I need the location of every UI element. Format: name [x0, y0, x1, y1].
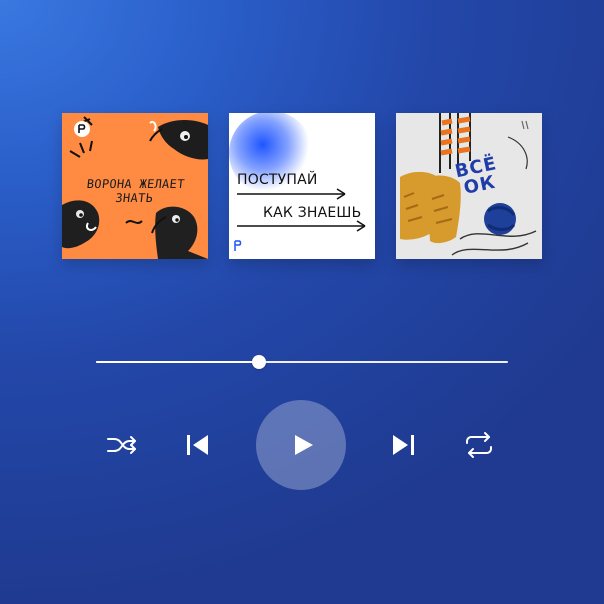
- podcast-carousel: ВОРОНА ЖЕЛАЕТ ЗНАТЬ ПОСТУПАЙ КАК ЗНАЕШЬ …: [0, 113, 604, 259]
- previous-icon: [187, 435, 208, 455]
- cover-postupai-kak-znaesh[interactable]: ПОСТУПАЙ КАК ЗНАЕШЬ: [229, 113, 375, 259]
- cover-line-2: КАК ЗНАЕШЬ: [263, 205, 362, 221]
- cover-line-1: ПОСТУПАЙ: [237, 172, 318, 188]
- next-button[interactable]: [388, 430, 418, 460]
- shuffle-icon: [107, 436, 136, 454]
- shuffle-button[interactable]: [106, 430, 138, 460]
- progress-fill: [96, 361, 259, 363]
- next-icon: [393, 435, 414, 455]
- cover-title: ВОРОНА ЖЕЛАЕТ ЗНАТЬ: [86, 177, 186, 205]
- previous-button[interactable]: [183, 430, 213, 460]
- progress-thumb[interactable]: [252, 355, 266, 369]
- brand-logo-icon: [74, 121, 90, 137]
- player-controls: [0, 400, 604, 490]
- play-button[interactable]: [256, 400, 346, 490]
- progress-bar[interactable]: [96, 355, 508, 369]
- cover-vse-ok[interactable]: ВСЁ ОК: [396, 113, 542, 259]
- cover-vorona-zhelaet-znat[interactable]: ВОРОНА ЖЕЛАЕТ ЗНАТЬ: [62, 113, 208, 259]
- repeat-button[interactable]: [463, 430, 495, 460]
- play-icon: [295, 435, 313, 455]
- repeat-icon: [466, 432, 492, 458]
